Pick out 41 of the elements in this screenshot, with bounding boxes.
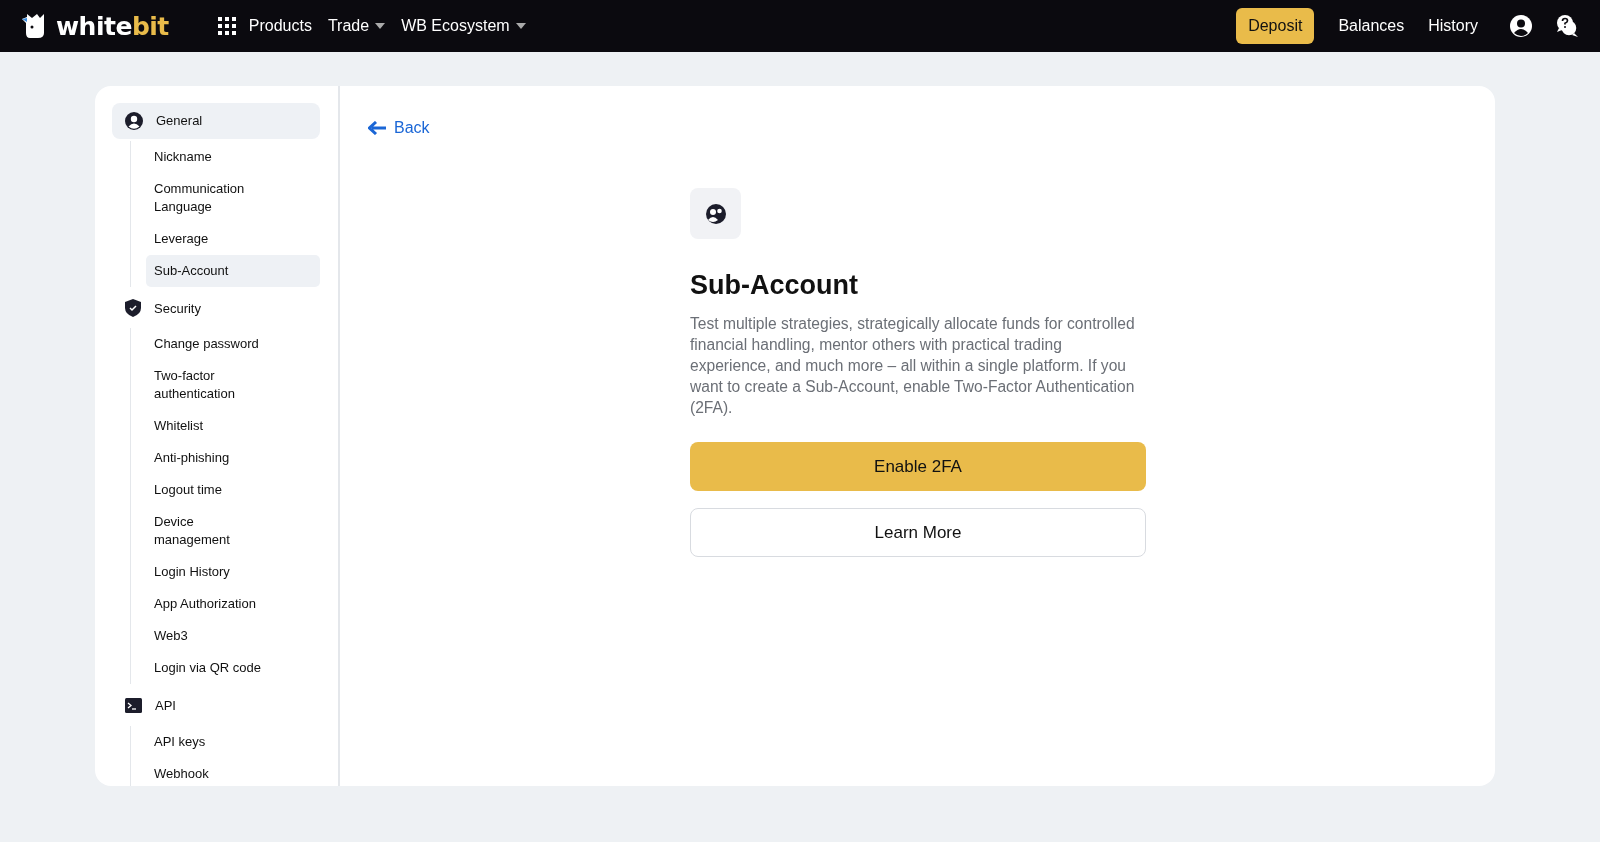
sidebar-item[interactable]: Sub-Account <box>146 254 320 287</box>
enable-2fa-button[interactable]: Enable 2FA <box>690 442 1146 492</box>
sidebar-item[interactable]: Nickname <box>146 140 320 173</box>
page-title: Sub-Account <box>690 269 859 302</box>
sidebar-item[interactable]: Logout time <box>146 474 320 506</box>
nav-dropdown[interactable]: Trade <box>327 10 386 42</box>
terminal-icon <box>125 698 142 714</box>
nav-link[interactable]: Balances <box>1338 10 1405 42</box>
sidebar-item[interactable]: Webhook <box>146 757 320 786</box>
sidebar-item[interactable]: Communication Language <box>146 172 320 223</box>
sidebar-item[interactable]: Login via QR code <box>146 652 320 684</box>
sidebar-item[interactable]: Login History <box>146 556 320 588</box>
support-chat-icon[interactable] <box>1556 14 1580 38</box>
sidebar-section[interactable]: API <box>112 688 320 724</box>
sidebar-item[interactable]: Whitelist <box>146 410 320 442</box>
sidebar-item[interactable]: Device management <box>146 506 320 556</box>
caret-icon <box>375 23 386 29</box>
sidebar-item[interactable]: Leverage <box>146 222 320 255</box>
caret-icon <box>515 23 526 29</box>
grid-icon <box>216 16 237 36</box>
sidebar-item[interactable]: Change password <box>146 328 320 360</box>
nav-dropdown[interactable]: WB Ecosystem <box>401 10 526 42</box>
sidebar-item[interactable]: API keys <box>146 725 320 758</box>
sidebar-section[interactable]: Security <box>112 290 320 326</box>
description-text: Test multiple strategies, strategically allocate funds for controlled financial handling, mentor others with practical trading experience, and much more – all within a single platform. If you want to create a Sub-Account, enable Two-Factor Authentication (2FA). <box>690 314 1136 419</box>
sidebar-item[interactable]: Web3 <box>146 620 320 652</box>
shield-icon <box>125 299 141 318</box>
sidebar-item[interactable]: Two-factor authentication <box>146 360 320 410</box>
sidebar-item[interactable]: Anti-phishing <box>146 442 320 474</box>
products-menu[interactable]: Products <box>216 10 312 42</box>
account-icon[interactable] <box>1510 15 1532 37</box>
learn-more-button[interactable]: Learn More <box>690 508 1146 558</box>
back-link[interactable]: Back <box>368 116 430 140</box>
user-icon <box>125 111 143 130</box>
users-icon <box>690 188 741 239</box>
nav-link[interactable]: History <box>1428 10 1478 42</box>
logo-text[interactable]: whitebit <box>56 13 169 39</box>
sidebar-section[interactable]: General <box>112 103 320 139</box>
left-arrow-icon <box>368 121 386 135</box>
deposit-button[interactable]: Deposit <box>1236 8 1315 44</box>
sidebar-item[interactable]: App Authorization <box>146 588 320 620</box>
